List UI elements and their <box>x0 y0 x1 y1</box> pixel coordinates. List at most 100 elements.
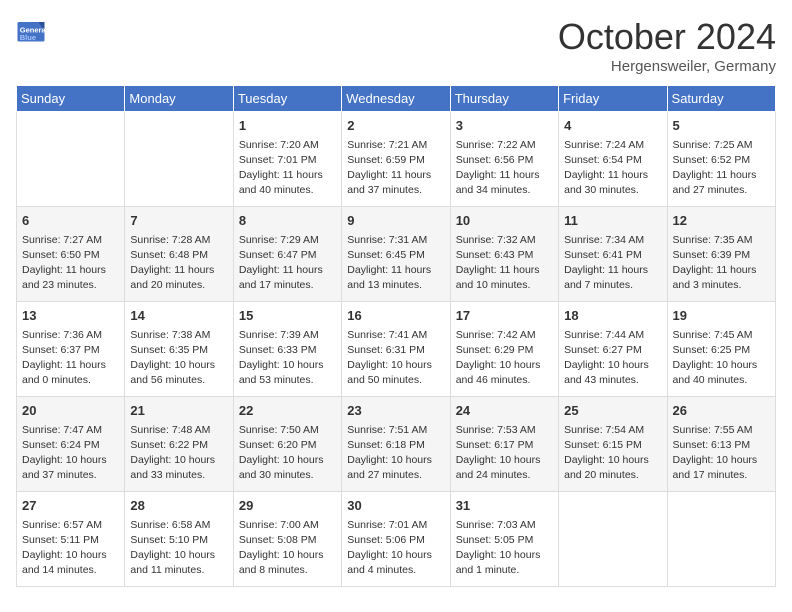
month-title: October 2024 <box>558 16 776 58</box>
day-cell-27: 27Sunrise: 6:57 AMSunset: 5:11 PMDayligh… <box>17 492 125 587</box>
day-cell-23: 23Sunrise: 7:51 AMSunset: 6:18 PMDayligh… <box>342 397 450 492</box>
day-cell-29: 29Sunrise: 7:00 AMSunset: 5:08 PMDayligh… <box>233 492 341 587</box>
day-cell-28: 28Sunrise: 6:58 AMSunset: 5:10 PMDayligh… <box>125 492 233 587</box>
day-info-9: Sunrise: 7:31 AMSunset: 6:45 PMDaylight:… <box>347 233 444 294</box>
weekday-friday: Friday <box>559 86 667 112</box>
week-row-4: 20Sunrise: 7:47 AMSunset: 6:24 PMDayligh… <box>17 397 776 492</box>
day-cell-3: 3Sunrise: 7:22 AMSunset: 6:56 PMDaylight… <box>450 112 558 207</box>
day-info-22: Sunrise: 7:50 AMSunset: 6:20 PMDaylight:… <box>239 423 336 484</box>
day-cell-11: 11Sunrise: 7:34 AMSunset: 6:41 PMDayligh… <box>559 207 667 302</box>
day-info-15: Sunrise: 7:39 AMSunset: 6:33 PMDaylight:… <box>239 328 336 389</box>
week-row-3: 13Sunrise: 7:36 AMSunset: 6:37 PMDayligh… <box>17 302 776 397</box>
day-info-19: Sunrise: 7:45 AMSunset: 6:25 PMDaylight:… <box>673 328 770 389</box>
empty-cell <box>17 112 125 207</box>
day-info-7: Sunrise: 7:28 AMSunset: 6:48 PMDaylight:… <box>130 233 227 294</box>
day-cell-2: 2Sunrise: 7:21 AMSunset: 6:59 PMDaylight… <box>342 112 450 207</box>
day-cell-31: 31Sunrise: 7:03 AMSunset: 5:05 PMDayligh… <box>450 492 558 587</box>
day-number-28: 28 <box>130 496 227 516</box>
svg-text:Blue: Blue <box>20 33 36 42</box>
day-cell-12: 12Sunrise: 7:35 AMSunset: 6:39 PMDayligh… <box>667 207 775 302</box>
weekday-tuesday: Tuesday <box>233 86 341 112</box>
day-number-7: 7 <box>130 211 227 231</box>
day-number-10: 10 <box>456 211 553 231</box>
weekday-thursday: Thursday <box>450 86 558 112</box>
calendar-body: 1Sunrise: 7:20 AMSunset: 7:01 PMDaylight… <box>17 112 776 587</box>
day-cell-25: 25Sunrise: 7:54 AMSunset: 6:15 PMDayligh… <box>559 397 667 492</box>
day-info-29: Sunrise: 7:00 AMSunset: 5:08 PMDaylight:… <box>239 518 336 579</box>
logo: General Blue <box>16 16 46 46</box>
day-cell-1: 1Sunrise: 7:20 AMSunset: 7:01 PMDaylight… <box>233 112 341 207</box>
day-number-29: 29 <box>239 496 336 516</box>
day-number-26: 26 <box>673 401 770 421</box>
weekday-wednesday: Wednesday <box>342 86 450 112</box>
day-cell-14: 14Sunrise: 7:38 AMSunset: 6:35 PMDayligh… <box>125 302 233 397</box>
day-number-25: 25 <box>564 401 661 421</box>
day-info-11: Sunrise: 7:34 AMSunset: 6:41 PMDaylight:… <box>564 233 661 294</box>
day-info-12: Sunrise: 7:35 AMSunset: 6:39 PMDaylight:… <box>673 233 770 294</box>
day-info-4: Sunrise: 7:24 AMSunset: 6:54 PMDaylight:… <box>564 138 661 199</box>
day-info-30: Sunrise: 7:01 AMSunset: 5:06 PMDaylight:… <box>347 518 444 579</box>
empty-cell <box>667 492 775 587</box>
day-cell-19: 19Sunrise: 7:45 AMSunset: 6:25 PMDayligh… <box>667 302 775 397</box>
day-info-6: Sunrise: 7:27 AMSunset: 6:50 PMDaylight:… <box>22 233 119 294</box>
day-number-2: 2 <box>347 116 444 136</box>
day-number-27: 27 <box>22 496 119 516</box>
day-cell-5: 5Sunrise: 7:25 AMSunset: 6:52 PMDaylight… <box>667 112 775 207</box>
day-info-13: Sunrise: 7:36 AMSunset: 6:37 PMDaylight:… <box>22 328 119 389</box>
day-info-26: Sunrise: 7:55 AMSunset: 6:13 PMDaylight:… <box>673 423 770 484</box>
day-number-19: 19 <box>673 306 770 326</box>
day-cell-24: 24Sunrise: 7:53 AMSunset: 6:17 PMDayligh… <box>450 397 558 492</box>
day-cell-30: 30Sunrise: 7:01 AMSunset: 5:06 PMDayligh… <box>342 492 450 587</box>
day-number-13: 13 <box>22 306 119 326</box>
day-info-1: Sunrise: 7:20 AMSunset: 7:01 PMDaylight:… <box>239 138 336 199</box>
empty-cell <box>125 112 233 207</box>
day-number-31: 31 <box>456 496 553 516</box>
day-number-6: 6 <box>22 211 119 231</box>
day-number-1: 1 <box>239 116 336 136</box>
weekday-header-row: SundayMondayTuesdayWednesdayThursdayFrid… <box>17 86 776 112</box>
day-info-5: Sunrise: 7:25 AMSunset: 6:52 PMDaylight:… <box>673 138 770 199</box>
day-number-4: 4 <box>564 116 661 136</box>
day-info-16: Sunrise: 7:41 AMSunset: 6:31 PMDaylight:… <box>347 328 444 389</box>
day-info-18: Sunrise: 7:44 AMSunset: 6:27 PMDaylight:… <box>564 328 661 389</box>
day-cell-18: 18Sunrise: 7:44 AMSunset: 6:27 PMDayligh… <box>559 302 667 397</box>
day-number-8: 8 <box>239 211 336 231</box>
day-number-15: 15 <box>239 306 336 326</box>
day-cell-9: 9Sunrise: 7:31 AMSunset: 6:45 PMDaylight… <box>342 207 450 302</box>
calendar-header: SundayMondayTuesdayWednesdayThursdayFrid… <box>17 86 776 112</box>
title-block: October 2024 Hergensweiler, Germany <box>558 16 776 75</box>
day-info-21: Sunrise: 7:48 AMSunset: 6:22 PMDaylight:… <box>130 423 227 484</box>
day-info-23: Sunrise: 7:51 AMSunset: 6:18 PMDaylight:… <box>347 423 444 484</box>
week-row-2: 6Sunrise: 7:27 AMSunset: 6:50 PMDaylight… <box>17 207 776 302</box>
day-info-31: Sunrise: 7:03 AMSunset: 5:05 PMDaylight:… <box>456 518 553 579</box>
day-cell-16: 16Sunrise: 7:41 AMSunset: 6:31 PMDayligh… <box>342 302 450 397</box>
day-number-5: 5 <box>673 116 770 136</box>
day-cell-4: 4Sunrise: 7:24 AMSunset: 6:54 PMDaylight… <box>559 112 667 207</box>
day-info-14: Sunrise: 7:38 AMSunset: 6:35 PMDaylight:… <box>130 328 227 389</box>
weekday-saturday: Saturday <box>667 86 775 112</box>
day-cell-6: 6Sunrise: 7:27 AMSunset: 6:50 PMDaylight… <box>17 207 125 302</box>
day-number-14: 14 <box>130 306 227 326</box>
day-cell-15: 15Sunrise: 7:39 AMSunset: 6:33 PMDayligh… <box>233 302 341 397</box>
day-cell-10: 10Sunrise: 7:32 AMSunset: 6:43 PMDayligh… <box>450 207 558 302</box>
day-number-20: 20 <box>22 401 119 421</box>
day-info-27: Sunrise: 6:57 AMSunset: 5:11 PMDaylight:… <box>22 518 119 579</box>
day-number-3: 3 <box>456 116 553 136</box>
day-info-20: Sunrise: 7:47 AMSunset: 6:24 PMDaylight:… <box>22 423 119 484</box>
day-number-18: 18 <box>564 306 661 326</box>
day-number-11: 11 <box>564 211 661 231</box>
location: Hergensweiler, Germany <box>558 58 776 75</box>
day-info-28: Sunrise: 6:58 AMSunset: 5:10 PMDaylight:… <box>130 518 227 579</box>
weekday-monday: Monday <box>125 86 233 112</box>
day-info-10: Sunrise: 7:32 AMSunset: 6:43 PMDaylight:… <box>456 233 553 294</box>
day-number-30: 30 <box>347 496 444 516</box>
page-header: General Blue October 2024 Hergensweiler,… <box>16 16 776 75</box>
day-cell-21: 21Sunrise: 7:48 AMSunset: 6:22 PMDayligh… <box>125 397 233 492</box>
day-number-23: 23 <box>347 401 444 421</box>
day-number-21: 21 <box>130 401 227 421</box>
day-info-8: Sunrise: 7:29 AMSunset: 6:47 PMDaylight:… <box>239 233 336 294</box>
day-cell-8: 8Sunrise: 7:29 AMSunset: 6:47 PMDaylight… <box>233 207 341 302</box>
day-info-17: Sunrise: 7:42 AMSunset: 6:29 PMDaylight:… <box>456 328 553 389</box>
day-number-9: 9 <box>347 211 444 231</box>
empty-cell <box>559 492 667 587</box>
